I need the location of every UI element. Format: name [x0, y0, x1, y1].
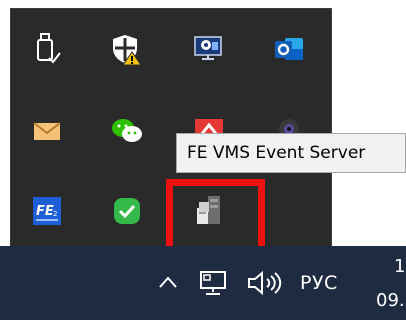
svg-text:FE: FE	[36, 204, 54, 219]
clock-time[interactable]: 1	[394, 256, 405, 278]
mail-envelope-icon[interactable]	[29, 113, 65, 149]
green-check-app-icon[interactable]	[109, 193, 145, 229]
wechat-icon[interactable]	[109, 113, 145, 149]
fe2-icon[interactable]: FE 2	[29, 193, 65, 229]
clock-date[interactable]: 09.1	[376, 290, 406, 312]
network-icon[interactable]	[198, 270, 228, 296]
volume-icon[interactable]	[246, 270, 286, 296]
security-warning-icon[interactable]	[109, 31, 145, 67]
outlook-icon[interactable]	[271, 31, 307, 67]
tray-icon-tooltip: FE VMS Event Server	[176, 133, 406, 173]
svg-text:2: 2	[53, 210, 57, 218]
show-hidden-icons-chevron-icon[interactable]	[158, 274, 178, 290]
display-settings-icon[interactable]	[191, 31, 227, 67]
input-language-indicator[interactable]: РУС	[300, 271, 338, 295]
highlight-box	[166, 179, 265, 253]
taskbar: РУС 1 09.1	[0, 246, 406, 320]
usb-device-icon[interactable]	[29, 31, 65, 67]
